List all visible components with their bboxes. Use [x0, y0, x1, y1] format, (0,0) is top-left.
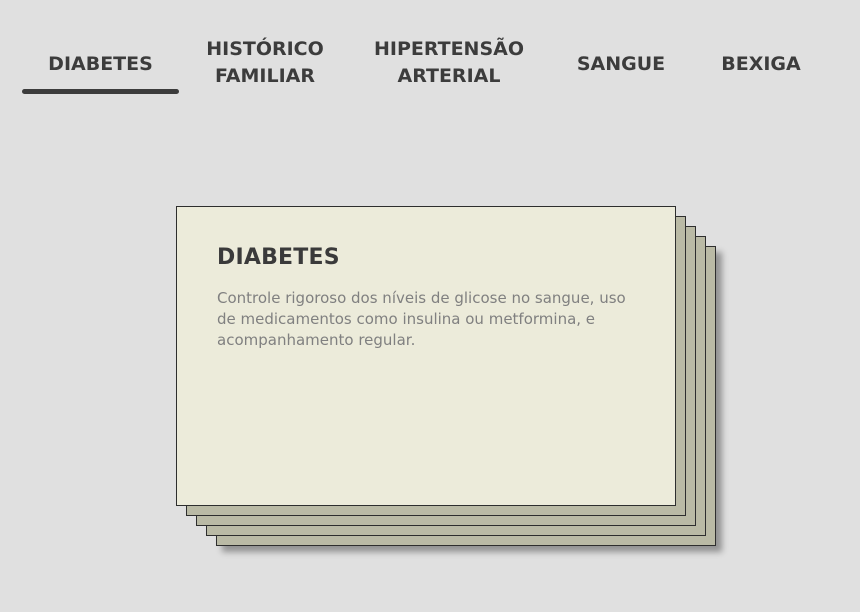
- tab-hipertensao-arterial[interactable]: HIPERTENSÃO ARTERIAL: [370, 36, 528, 94]
- active-tab-indicator: [22, 89, 179, 94]
- tab-hipertensao-arterial-label: HIPERTENSÃO ARTERIAL: [373, 38, 525, 87]
- card-title: DIABETES: [217, 245, 340, 270]
- tab-sangue[interactable]: SANGUE: [566, 36, 676, 94]
- card-description: Controle rigoroso dos níveis de glicose …: [217, 289, 626, 349]
- info-card: DIABETES Controle rigoroso dos níveis de…: [176, 206, 676, 506]
- tab-historico-familiar-label: HISTÓRICO FAMILIAR: [206, 38, 324, 87]
- tab-historico-familiar[interactable]: HISTÓRICO FAMILIAR: [190, 36, 340, 94]
- tab-bexiga-label: BEXIGA: [721, 53, 801, 75]
- tab-diabetes-label: DIABETES: [48, 53, 153, 75]
- tab-sangue-label: SANGUE: [576, 53, 666, 75]
- tab-diabetes[interactable]: DIABETES: [22, 36, 179, 94]
- tab-bexiga[interactable]: BEXIGA: [706, 36, 816, 94]
- tab-bar: DIABETES HISTÓRICO FAMILIAR HIPERTENSÃO …: [0, 0, 860, 100]
